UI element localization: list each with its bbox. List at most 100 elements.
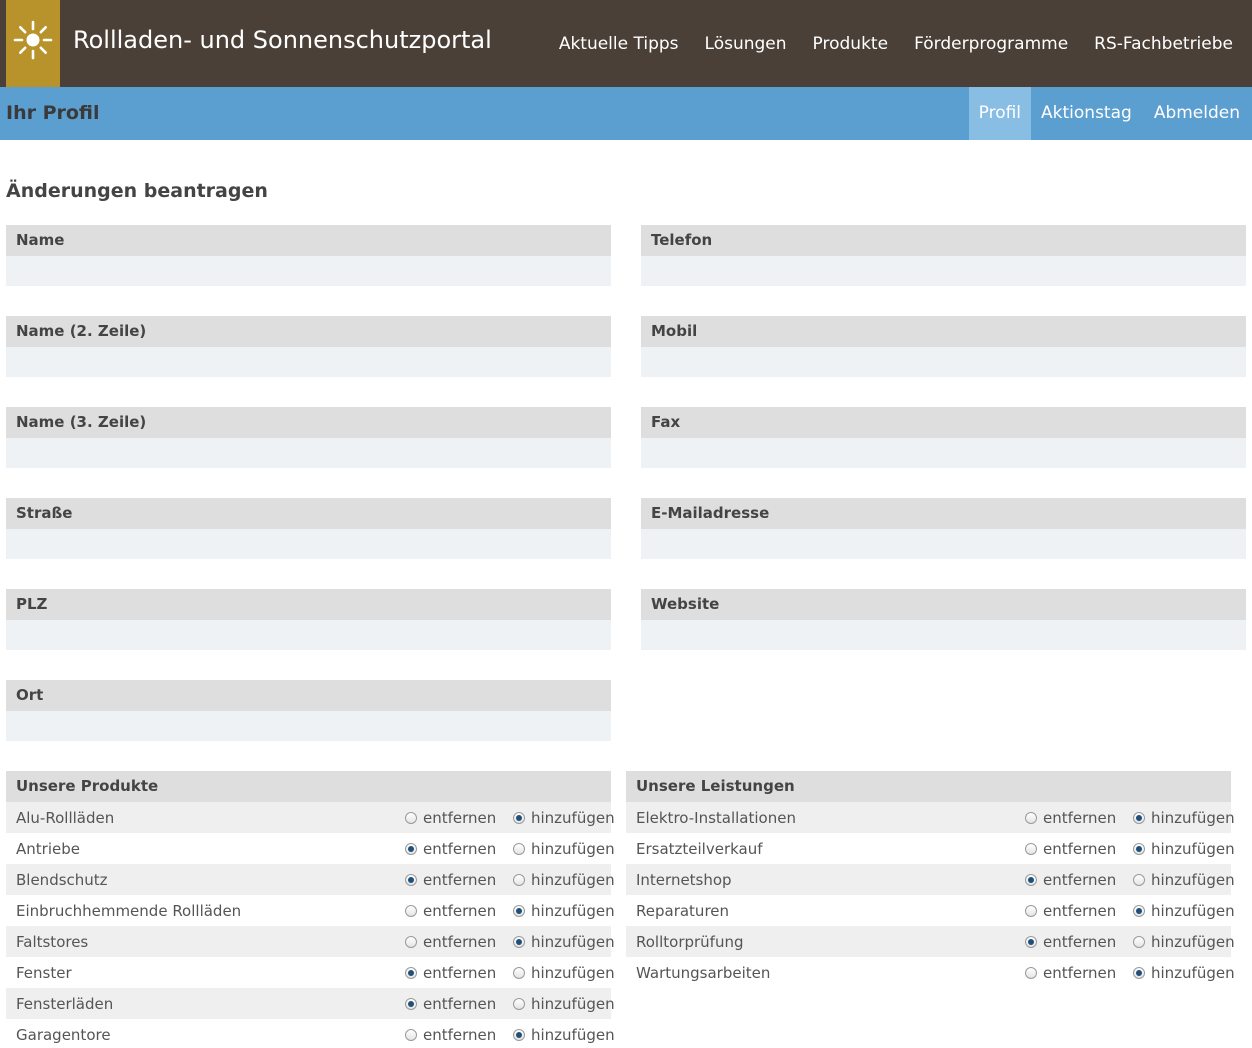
page-title: Ihr Profil: [6, 102, 100, 124]
products-heading: Unsere Produkte: [6, 771, 611, 802]
service-row: Wartungsarbeiten entfernen hinzufügen: [626, 957, 1235, 988]
remove-radio[interactable]: entfernen: [1025, 964, 1116, 982]
radio-label: hinzufügen: [531, 964, 615, 982]
tab-abmelden[interactable]: Abmelden: [1142, 87, 1252, 140]
radio-button-icon[interactable]: [405, 905, 417, 917]
radio-label: entfernen: [1043, 902, 1117, 920]
add-radio[interactable]: hinzufügen: [513, 902, 615, 920]
strasse-input[interactable]: [6, 529, 611, 559]
radio-button-icon[interactable]: [1025, 967, 1037, 979]
field-website: Website: [641, 589, 1246, 650]
radio-button-icon[interactable]: [405, 874, 417, 886]
radio-button-icon[interactable]: [405, 998, 417, 1010]
field-label: E-Mailadresse: [641, 498, 1246, 529]
add-radio[interactable]: hinzufügen: [513, 995, 615, 1013]
radio-button-icon[interactable]: [513, 843, 525, 855]
radio-button-icon[interactable]: [513, 812, 525, 824]
add-radio[interactable]: hinzufügen: [513, 871, 615, 889]
service-name: Wartungsarbeiten: [636, 964, 771, 982]
radio-button-icon[interactable]: [513, 905, 525, 917]
radio-button-icon[interactable]: [513, 874, 525, 886]
remove-radio[interactable]: entfernen: [405, 995, 496, 1013]
add-radio[interactable]: hinzufügen: [1133, 871, 1235, 889]
nav-link-produkte[interactable]: Produkte: [813, 34, 889, 54]
remove-radio[interactable]: entfernen: [1025, 809, 1116, 827]
add-radio[interactable]: hinzufügen: [513, 840, 615, 858]
field-label: Ort: [6, 680, 611, 711]
add-radio[interactable]: hinzufügen: [513, 933, 615, 951]
radio-label: hinzufügen: [1151, 809, 1235, 827]
radio-button-icon[interactable]: [1133, 905, 1145, 917]
tab-aktionstag[interactable]: Aktionstag: [1031, 87, 1142, 140]
radio-button-icon[interactable]: [1133, 967, 1145, 979]
radio-button-icon[interactable]: [405, 936, 417, 948]
telefon-input[interactable]: [641, 256, 1246, 286]
site-title[interactable]: Rollladen- und Sonnenschutzportal: [73, 26, 492, 54]
remove-radio[interactable]: entfernen: [1025, 902, 1116, 920]
mobil-input[interactable]: [641, 347, 1246, 377]
ort-input[interactable]: [6, 711, 611, 741]
radio-button-icon[interactable]: [405, 1029, 417, 1041]
fax-input[interactable]: [641, 438, 1246, 468]
name-3-input[interactable]: [6, 438, 611, 468]
field-fax: Fax: [641, 407, 1246, 468]
field-name-3: Name (3. Zeile): [6, 407, 611, 468]
radio-button-icon[interactable]: [1025, 936, 1037, 948]
radio-label: hinzufügen: [531, 871, 615, 889]
plz-input[interactable]: [6, 620, 611, 650]
radio-button-icon[interactable]: [1133, 812, 1145, 824]
radio-button-icon[interactable]: [513, 1029, 525, 1041]
radio-button-icon[interactable]: [1133, 936, 1145, 948]
remove-radio[interactable]: entfernen: [1025, 933, 1116, 951]
add-radio[interactable]: hinzufügen: [1133, 964, 1235, 982]
radio-button-icon[interactable]: [405, 843, 417, 855]
product-name: Fensterläden: [16, 995, 114, 1013]
radio-button-icon[interactable]: [513, 936, 525, 948]
nav-link-loesungen[interactable]: Lösungen: [705, 34, 787, 54]
remove-radio[interactable]: entfernen: [405, 840, 496, 858]
site-logo[interactable]: [6, 0, 60, 87]
radio-button-icon[interactable]: [1025, 812, 1037, 824]
radio-button-icon[interactable]: [1025, 905, 1037, 917]
add-radio[interactable]: hinzufügen: [1133, 840, 1235, 858]
remove-radio[interactable]: entfernen: [405, 1026, 496, 1044]
radio-button-icon[interactable]: [513, 998, 525, 1010]
radio-label: hinzufügen: [531, 809, 615, 827]
field-label: Telefon: [641, 225, 1246, 256]
add-radio[interactable]: hinzufügen: [513, 964, 615, 982]
services-table: Unsere Leistungen Elektro-Installationen…: [626, 771, 1235, 988]
radio-button-icon[interactable]: [1133, 843, 1145, 855]
service-row: Rolltorprüfung entfernen hinzufügen: [626, 926, 1235, 957]
add-radio[interactable]: hinzufügen: [513, 1026, 615, 1044]
add-radio[interactable]: hinzufügen: [1133, 809, 1235, 827]
add-radio[interactable]: hinzufügen: [513, 809, 615, 827]
nav-link-foerderprogramme[interactable]: Förderprogramme: [914, 34, 1068, 54]
radio-label: hinzufügen: [531, 840, 615, 858]
name-2-input[interactable]: [6, 347, 611, 377]
nav-link-rs-fachbetriebe[interactable]: RS-Fachbetriebe: [1094, 34, 1233, 54]
name-input[interactable]: [6, 256, 611, 286]
remove-radio[interactable]: entfernen: [1025, 871, 1116, 889]
radio-button-icon[interactable]: [1025, 843, 1037, 855]
radio-button-icon[interactable]: [1025, 874, 1037, 886]
remove-radio[interactable]: entfernen: [405, 902, 496, 920]
add-radio[interactable]: hinzufügen: [1133, 902, 1235, 920]
radio-button-icon[interactable]: [405, 812, 417, 824]
remove-radio[interactable]: entfernen: [405, 809, 496, 827]
website-input[interactable]: [641, 620, 1246, 650]
radio-button-icon[interactable]: [513, 967, 525, 979]
email-input[interactable]: [641, 529, 1246, 559]
main-nav: Aktuelle Tipps Lösungen Produkte Förderp…: [533, 34, 1233, 54]
remove-radio[interactable]: entfernen: [405, 933, 496, 951]
add-radio[interactable]: hinzufügen: [1133, 933, 1235, 951]
radio-label: hinzufügen: [1151, 933, 1235, 951]
tab-profil[interactable]: Profil: [968, 87, 1032, 140]
remove-radio[interactable]: entfernen: [405, 964, 496, 982]
radio-button-icon[interactable]: [405, 967, 417, 979]
remove-radio[interactable]: entfernen: [1025, 840, 1116, 858]
radio-button-icon[interactable]: [1133, 874, 1145, 886]
remove-radio[interactable]: entfernen: [405, 871, 496, 889]
radio-label: hinzufügen: [1151, 964, 1235, 982]
nav-link-aktuelle-tipps[interactable]: Aktuelle Tipps: [559, 34, 679, 54]
product-name: Garagentore: [16, 1026, 111, 1044]
